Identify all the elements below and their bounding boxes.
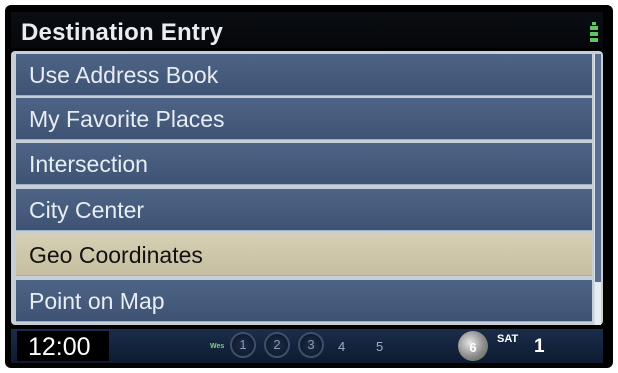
scrollbar[interactable] bbox=[594, 54, 601, 325]
menu-item-label: City Center bbox=[29, 197, 145, 223]
menu-item-geo-coordinates[interactable]: Geo Coordinates bbox=[16, 234, 592, 276]
menu-item-use-address-book[interactable]: Use Address Book bbox=[16, 54, 592, 96]
band-label: SAT bbox=[497, 333, 519, 345]
menu-item-label: Use Address Book bbox=[29, 62, 219, 88]
channel-number: 1 bbox=[534, 336, 545, 357]
menu-item-city-center[interactable]: City Center bbox=[16, 189, 592, 231]
menu-item-label: My Favorite Places bbox=[29, 106, 225, 132]
title-bar: Destination Entry bbox=[11, 12, 603, 48]
display-screen: Destination Entry Use Address Book My Fa… bbox=[5, 5, 613, 368]
menu-item-point-on-map[interactable]: Point on Map bbox=[16, 280, 592, 322]
signal-strength-icon bbox=[590, 22, 598, 42]
destination-menu: Use Address Book My Favorite Places Inte… bbox=[16, 54, 592, 326]
preset-6-button[interactable]: 6 bbox=[458, 331, 488, 361]
scrollbar-thumb[interactable] bbox=[595, 282, 601, 325]
menu-item-label: Intersection bbox=[29, 151, 148, 177]
status-bar: 12:00 Wes 1 2 3 4 5 6 SAT 1 bbox=[11, 329, 603, 363]
page-title: Destination Entry bbox=[21, 19, 224, 46]
menu-item-intersection[interactable]: Intersection bbox=[16, 143, 592, 185]
source-label: Wes bbox=[210, 343, 225, 350]
clock: 12:00 bbox=[28, 333, 91, 361]
preset-2-button[interactable]: 2 bbox=[264, 332, 290, 358]
preset-3-button[interactable]: 3 bbox=[298, 332, 324, 358]
clock-box: 12:00 bbox=[17, 331, 109, 361]
preset-4-button[interactable]: 4 bbox=[338, 339, 345, 354]
preset-1-button[interactable]: 1 bbox=[230, 332, 256, 358]
preset-5-button[interactable]: 5 bbox=[376, 339, 383, 354]
menu-item-label: Geo Coordinates bbox=[29, 242, 203, 268]
menu-item-my-favorite-places[interactable]: My Favorite Places bbox=[16, 98, 592, 140]
menu-item-label: Point on Map bbox=[29, 288, 165, 314]
